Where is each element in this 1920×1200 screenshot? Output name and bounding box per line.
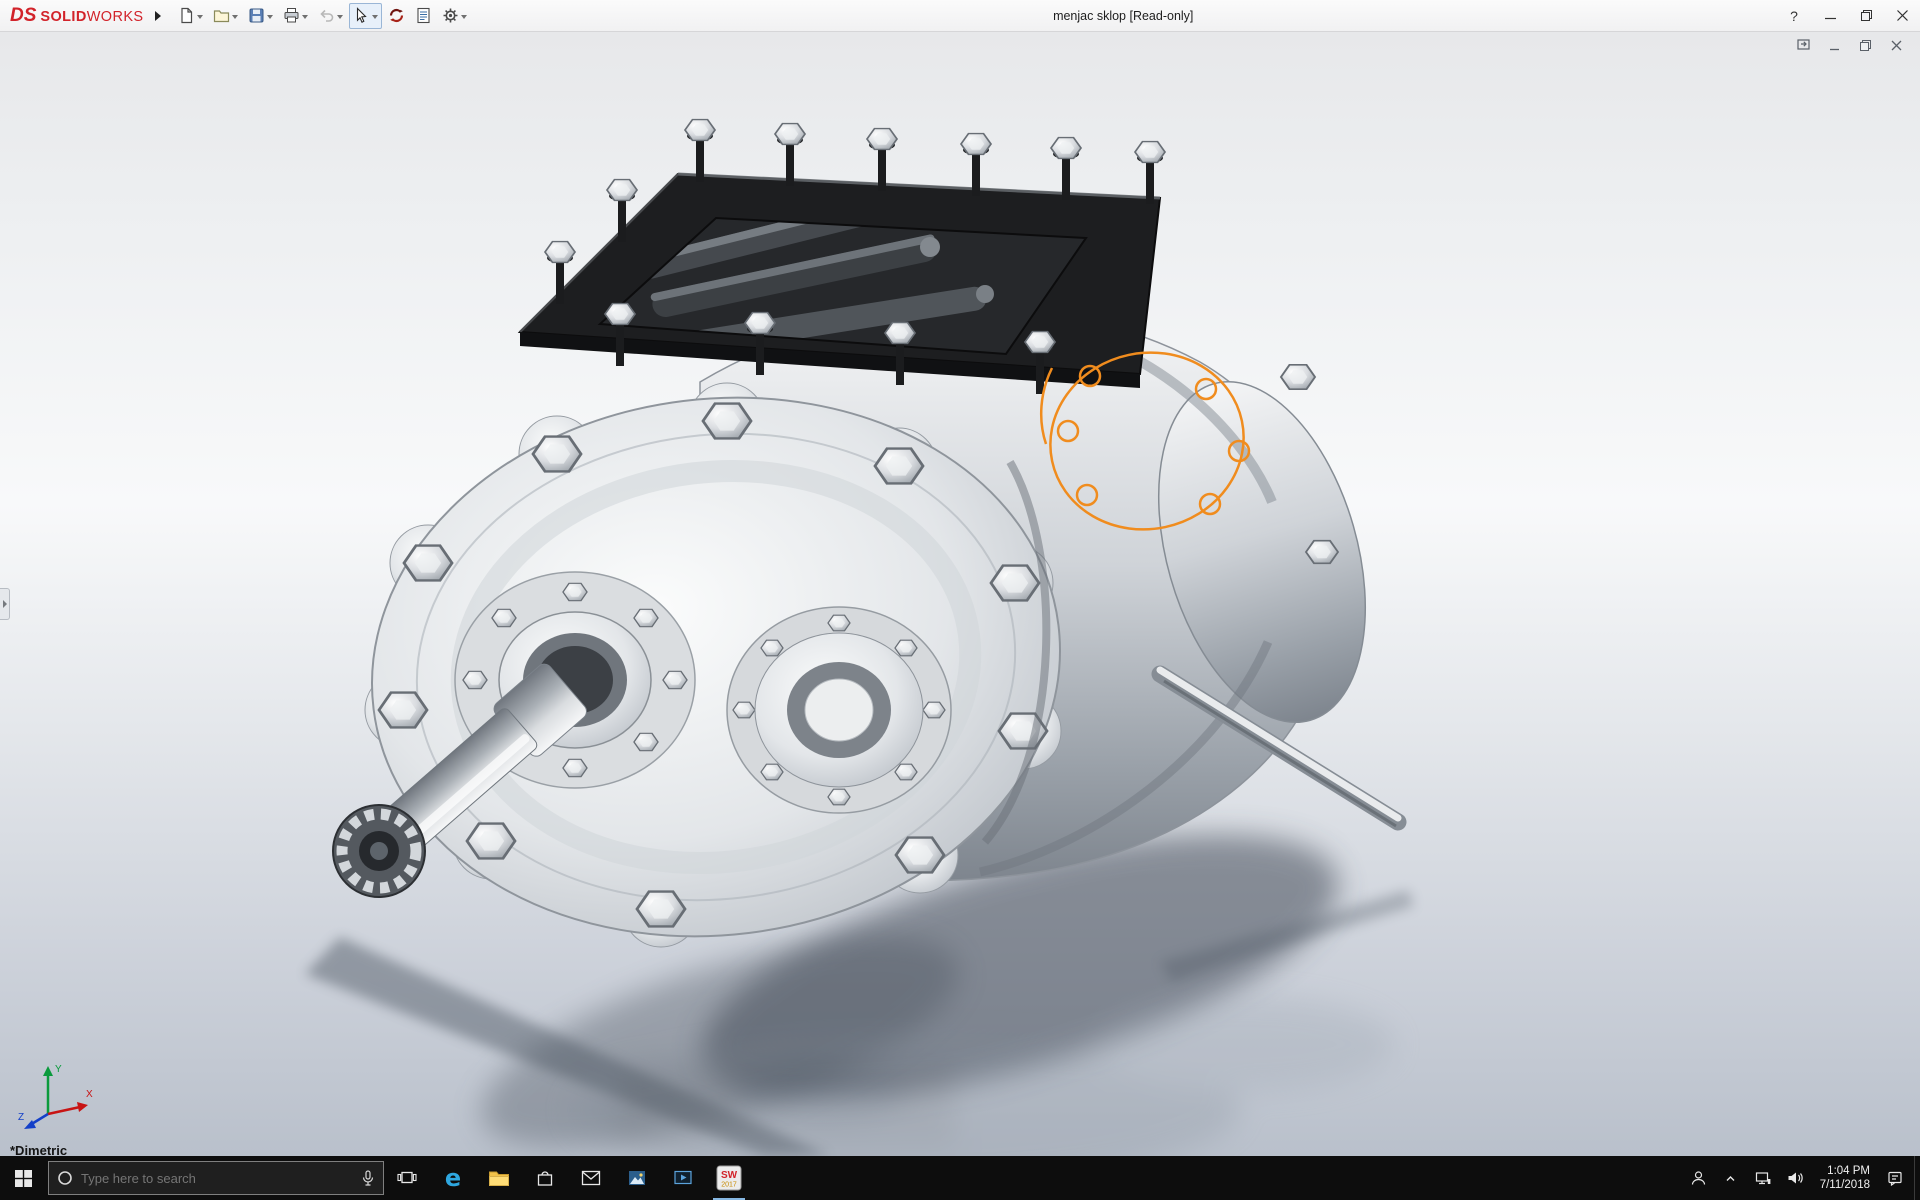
open-folder-icon — [213, 7, 230, 24]
help-button[interactable]: ? — [1776, 0, 1812, 32]
solidworks-logo: DS SOLID WORKS — [0, 5, 148, 27]
network-icon[interactable] — [1754, 1169, 1772, 1187]
show-desktop-button[interactable] — [1914, 1156, 1920, 1200]
taskbar-app-edge[interactable]: e — [430, 1156, 476, 1200]
minimize-document-button[interactable] — [1827, 38, 1842, 53]
triad-z-label: Z — [18, 1112, 24, 1123]
top-cover — [520, 120, 1165, 394]
document-window-controls — [1796, 38, 1904, 53]
edge-icon: e — [445, 1164, 461, 1192]
photos-icon — [627, 1168, 647, 1188]
select-cursor-icon — [353, 7, 370, 24]
hidden-icons-chevron[interactable] — [1722, 1169, 1740, 1187]
dropdown-caret-icon — [302, 15, 308, 22]
rebuild-icon — [388, 7, 405, 24]
sw-badge-line2: 2017 — [721, 1182, 737, 1189]
window-caption-controls: ? — [1776, 0, 1920, 32]
taskbar-search-box[interactable] — [48, 1161, 384, 1195]
task-view-button[interactable] — [384, 1156, 430, 1200]
movies-tv-icon — [673, 1169, 693, 1187]
new-document-button[interactable] — [174, 3, 207, 29]
dassault-logo-glyph: DS — [10, 5, 36, 27]
brand-text-works: WORKS — [87, 9, 144, 25]
minimize-icon — [1825, 10, 1836, 21]
windows-logo-icon — [15, 1170, 32, 1187]
triad-x-label: X — [86, 1089, 93, 1100]
microphone-icon[interactable] — [361, 1170, 375, 1186]
taskbar-app-store[interactable] — [522, 1156, 568, 1200]
clock-date: 7/11/2018 — [1820, 1178, 1870, 1192]
taskbar-clock[interactable]: 1:04 PM 7/11/2018 — [1818, 1164, 1872, 1192]
file-properties-icon — [415, 7, 432, 24]
search-input[interactable] — [81, 1171, 353, 1186]
people-icon[interactable] — [1690, 1169, 1708, 1187]
dropdown-caret-icon — [461, 15, 467, 22]
close-icon — [1897, 10, 1908, 21]
restore-down-button[interactable] — [1848, 0, 1884, 32]
taskbar: e — [0, 1156, 1920, 1200]
reattach-window-icon — [1797, 39, 1810, 52]
triad-y-label: Y — [55, 1064, 62, 1075]
minimize-icon — [1828, 39, 1841, 52]
start-button[interactable] — [0, 1156, 46, 1200]
taskbar-app-file-explorer[interactable] — [476, 1156, 522, 1200]
solidworks-window: DS SOLID WORKS — [0, 0, 1920, 1200]
new-document-icon — [178, 7, 195, 24]
sw-badge-line1: SW — [721, 1170, 738, 1181]
task-view-icon — [397, 1169, 417, 1187]
expand-arrow-icon — [3, 600, 7, 608]
taskbar-app-mail[interactable] — [568, 1156, 614, 1200]
print-button[interactable] — [279, 3, 312, 29]
gearbox-3d-model[interactable] — [0, 32, 1920, 1156]
save-floppy-icon — [248, 7, 265, 24]
gear-icon — [442, 7, 459, 24]
spline-end — [333, 805, 425, 897]
restore-document-button[interactable] — [1858, 38, 1873, 53]
mail-envelope-icon — [581, 1170, 601, 1186]
close-button[interactable] — [1884, 0, 1920, 32]
taskbar-app-movies-tv[interactable] — [660, 1156, 706, 1200]
open-document-button[interactable] — [209, 3, 242, 29]
action-center-icon[interactable] — [1886, 1169, 1904, 1187]
dropdown-caret-icon — [372, 15, 378, 22]
rebuild-button[interactable] — [384, 3, 409, 29]
right-triangle-icon — [155, 11, 161, 21]
featuremanager-collapse-tab[interactable] — [0, 588, 10, 620]
undo-arrow-icon — [318, 7, 335, 24]
clock-time: 1:04 PM — [1820, 1164, 1870, 1178]
bearing-cover — [727, 607, 951, 813]
dropdown-caret-icon — [337, 15, 343, 22]
titlebar: DS SOLID WORKS — [0, 0, 1920, 32]
system-tray: 1:04 PM 7/11/2018 — [1690, 1164, 1914, 1192]
orientation-triad[interactable]: Y X Z — [16, 1050, 100, 1134]
restore-icon — [1859, 39, 1872, 52]
brand-text-solid: SOLID — [40, 9, 86, 25]
minimize-button[interactable] — [1812, 0, 1848, 32]
options-button[interactable] — [438, 3, 471, 29]
store-bag-icon — [535, 1168, 555, 1188]
dropdown-caret-icon — [197, 15, 203, 22]
close-icon — [1890, 39, 1903, 52]
document-title: menjac sklop [Read-only] — [471, 9, 1777, 23]
save-button[interactable] — [244, 3, 277, 29]
reattach-document-button[interactable] — [1796, 38, 1811, 53]
volume-icon[interactable] — [1786, 1169, 1804, 1187]
graphics-area[interactable]: Y X Z *Dimetric — [0, 32, 1920, 1156]
taskbar-app-photos[interactable] — [614, 1156, 660, 1200]
close-document-button[interactable] — [1889, 38, 1904, 53]
undo-button[interactable] — [314, 3, 347, 29]
cortana-icon — [57, 1170, 73, 1186]
toolbar-flyout-arrow[interactable] — [150, 4, 166, 28]
dropdown-caret-icon — [267, 15, 273, 22]
quick-access-toolbar — [174, 3, 471, 29]
solidworks-2017-icon: SW 2017 — [716, 1165, 742, 1191]
file-explorer-icon — [488, 1168, 510, 1188]
taskbar-app-solidworks-2017[interactable]: SW 2017 — [706, 1156, 752, 1200]
select-tool-button[interactable] — [349, 3, 382, 29]
printer-icon — [283, 7, 300, 24]
file-properties-button[interactable] — [411, 3, 436, 29]
dropdown-caret-icon — [232, 15, 238, 22]
restore-down-icon — [1861, 10, 1872, 21]
